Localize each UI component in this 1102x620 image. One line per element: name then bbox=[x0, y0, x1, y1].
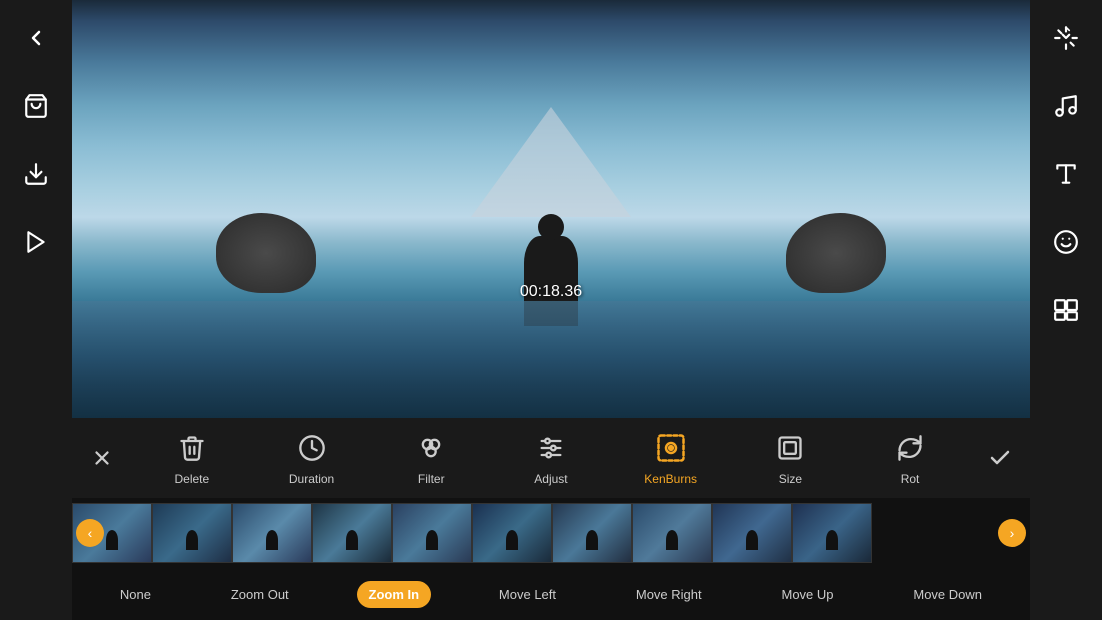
text-icon[interactable] bbox=[1044, 152, 1088, 196]
frame-3 bbox=[232, 503, 312, 563]
cancel-button-container[interactable] bbox=[72, 418, 132, 498]
video-preview: 00:18.36 bbox=[72, 0, 1030, 418]
filter-icon bbox=[413, 430, 449, 466]
tool-delete[interactable]: Delete bbox=[157, 430, 227, 486]
frame-8 bbox=[632, 503, 712, 563]
magic-icon[interactable] bbox=[1044, 16, 1088, 60]
tool-rot[interactable]: Rot bbox=[875, 430, 945, 486]
frame-2 bbox=[152, 503, 232, 563]
timeline-strip[interactable]: ‹ › bbox=[72, 498, 1030, 568]
tool-delete-label: Delete bbox=[175, 472, 210, 486]
duration-icon bbox=[294, 430, 330, 466]
toolbar-row: Delete Duration bbox=[72, 418, 1030, 498]
kb-zoom-out[interactable]: Zoom Out bbox=[219, 581, 301, 608]
tool-adjust[interactable]: Adjust bbox=[516, 430, 586, 486]
tool-adjust-label: Adjust bbox=[534, 472, 567, 486]
tool-filter[interactable]: Filter bbox=[396, 430, 466, 486]
main-content: 00:18.36 Delete bbox=[72, 0, 1030, 620]
kenburns-options: None Zoom Out Zoom In Move Left Move Rig… bbox=[72, 568, 1030, 620]
frame-6 bbox=[472, 503, 552, 563]
rock-right bbox=[786, 213, 886, 293]
tool-filter-label: Filter bbox=[418, 472, 445, 486]
video-timestamp: 00:18.36 bbox=[520, 283, 582, 301]
frame-9 bbox=[712, 503, 792, 563]
kenburns-icon bbox=[653, 430, 689, 466]
rotate-icon bbox=[892, 430, 928, 466]
timeline-left-arrow[interactable]: ‹ bbox=[76, 519, 104, 547]
tool-size[interactable]: Size bbox=[755, 430, 825, 486]
tool-kenburns-label: KenBurns bbox=[644, 472, 697, 486]
tool-kenburns[interactable]: KenBurns bbox=[636, 430, 706, 486]
toolbar-tools: Delete Duration bbox=[132, 418, 970, 498]
tool-rot-label: Rot bbox=[901, 472, 920, 486]
left-sidebar bbox=[0, 0, 72, 620]
back-button[interactable] bbox=[14, 16, 58, 60]
timeline-right-arrow[interactable]: › bbox=[998, 519, 1026, 547]
size-icon bbox=[772, 430, 808, 466]
timeline-frames bbox=[72, 503, 1030, 563]
kb-none[interactable]: None bbox=[108, 581, 163, 608]
frame-5 bbox=[392, 503, 472, 563]
right-sidebar bbox=[1030, 0, 1102, 620]
kb-move-right[interactable]: Move Right bbox=[624, 581, 714, 608]
check-button-container[interactable] bbox=[970, 418, 1030, 498]
delete-icon bbox=[174, 430, 210, 466]
music-icon[interactable] bbox=[1044, 84, 1088, 128]
adjust-icon bbox=[533, 430, 569, 466]
frame-7 bbox=[552, 503, 632, 563]
layout-icon[interactable] bbox=[1044, 288, 1088, 332]
frame-4 bbox=[312, 503, 392, 563]
water-reflection bbox=[72, 301, 1030, 418]
emoji-icon[interactable] bbox=[1044, 220, 1088, 264]
download-icon[interactable] bbox=[14, 152, 58, 196]
tool-duration-label: Duration bbox=[289, 472, 334, 486]
frame-10 bbox=[792, 503, 872, 563]
kb-move-up[interactable]: Move Up bbox=[769, 581, 845, 608]
bag-icon[interactable] bbox=[14, 84, 58, 128]
play-button[interactable] bbox=[14, 220, 58, 264]
kb-move-left[interactable]: Move Left bbox=[487, 581, 568, 608]
kb-move-down[interactable]: Move Down bbox=[901, 581, 994, 608]
tool-size-label: Size bbox=[779, 472, 802, 486]
kb-zoom-in[interactable]: Zoom In bbox=[357, 581, 432, 608]
mountain-shape bbox=[471, 107, 631, 217]
tool-duration[interactable]: Duration bbox=[277, 430, 347, 486]
